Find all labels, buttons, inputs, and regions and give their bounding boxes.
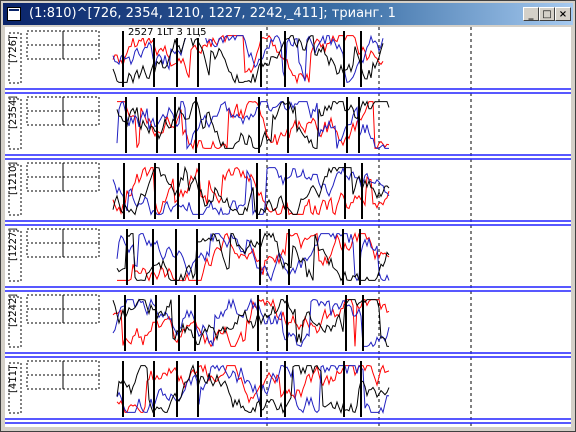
minimize-button[interactable]: _	[523, 7, 539, 21]
row-cell-box	[26, 110, 64, 126]
trace-blue-trace	[116, 232, 390, 282]
row-cell-box	[62, 374, 100, 390]
row-cell-box	[62, 30, 100, 46]
system-menu-icon[interactable]	[7, 7, 21, 21]
row-cell-box	[26, 162, 64, 178]
row-label: [1227]	[8, 228, 19, 261]
row-cell-box	[26, 360, 64, 376]
row-cell-box	[26, 242, 64, 258]
row-cell-box	[62, 96, 100, 112]
row-cell-box	[62, 44, 100, 60]
row-cell-box	[62, 162, 100, 178]
row-cell-box	[26, 374, 64, 390]
row-cell-box	[62, 176, 100, 192]
row-label: [2242]	[8, 294, 19, 327]
row-cell-box	[26, 228, 64, 244]
row-cell-box	[26, 44, 64, 60]
row-cell-box	[62, 228, 100, 244]
row-cell-box	[26, 294, 64, 310]
trace-blue-trace	[116, 364, 390, 414]
close-button[interactable]: ×	[555, 7, 571, 21]
row-cell-box	[62, 360, 100, 376]
window-title: (1:810)^[726, 2354, 1210, 1227, 2242,_41…	[29, 6, 396, 21]
trace-red-trace	[116, 363, 390, 413]
row-cell-box	[62, 308, 100, 324]
row-label: [726]	[8, 36, 19, 63]
row-cell-box	[26, 308, 64, 324]
app-window: (1:810)^[726, 2354, 1210, 1227, 2242,_41…	[0, 0, 576, 432]
row-label: [1210]	[8, 162, 19, 195]
trace-black-trace	[116, 364, 390, 414]
trace-canvas: [726] [2354] [1210] [1227] [2242] [411]	[5, 27, 571, 427]
maximize-button[interactable]: □	[539, 7, 555, 21]
row-cell-box	[62, 242, 100, 258]
trace-black-trace	[112, 298, 390, 347]
title-bar[interactable]: (1:810)^[726, 2354, 1210, 1227, 2242,_41…	[3, 3, 573, 25]
row-cell-box	[26, 96, 64, 112]
row-cell-box	[62, 294, 100, 310]
top-legend: 2527 1LT 3 1Ц5	[127, 27, 208, 38]
row-label: [411]	[8, 366, 19, 393]
row-cell-box	[62, 110, 100, 126]
plot-area[interactable]: [726] [2354] [1210] [1227] [2242] [411] 2527 …	[5, 27, 571, 427]
row-cell-box	[26, 30, 64, 46]
row-cell-box	[26, 176, 64, 192]
row-label: [2354]	[8, 96, 19, 129]
